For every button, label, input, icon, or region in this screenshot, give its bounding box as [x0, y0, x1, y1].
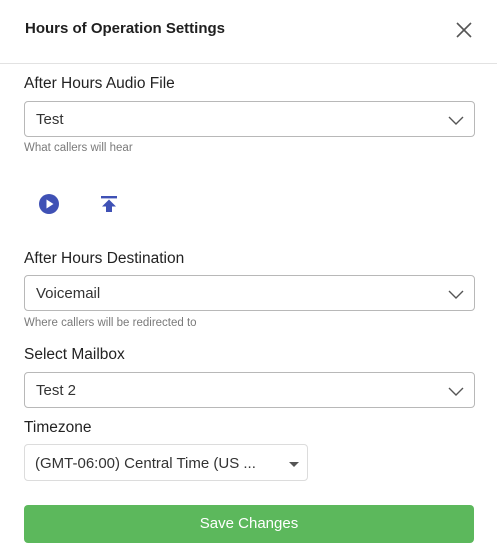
destination-select[interactable]: Voicemail: [24, 275, 475, 311]
destination-label: After Hours Destination: [24, 250, 185, 267]
audio-file-helper: What callers will hear: [24, 142, 133, 154]
dialog-title: Hours of Operation Settings: [25, 20, 226, 37]
timezone-select[interactable]: (GMT-06:00) Central Time (US ...: [24, 444, 308, 481]
audio-file-value: Test: [36, 111, 64, 128]
destination-value: Voicemail: [36, 285, 101, 302]
mailbox-select[interactable]: Test 2: [24, 372, 475, 408]
timezone-label: Timezone: [24, 419, 92, 436]
upload-icon[interactable]: [97, 192, 121, 216]
audio-file-select[interactable]: Test: [24, 101, 475, 137]
audio-file-label: After Hours Audio File: [24, 75, 175, 92]
mailbox-label: Select Mailbox: [24, 346, 125, 363]
save-changes-button[interactable]: Save Changes: [24, 505, 474, 543]
play-icon[interactable]: [37, 192, 61, 216]
mailbox-value: Test 2: [36, 382, 77, 399]
close-icon[interactable]: [454, 20, 474, 40]
dialog-header: Hours of Operation Settings: [0, 0, 497, 64]
chevron-down-icon: [448, 383, 464, 399]
caret-down-icon: [289, 462, 299, 467]
timezone-value: (GMT-06:00) Central Time (US ...: [35, 455, 256, 472]
chevron-down-icon: [448, 286, 464, 302]
destination-helper: Where callers will be redirected to: [24, 317, 197, 329]
chevron-down-icon: [448, 112, 464, 128]
